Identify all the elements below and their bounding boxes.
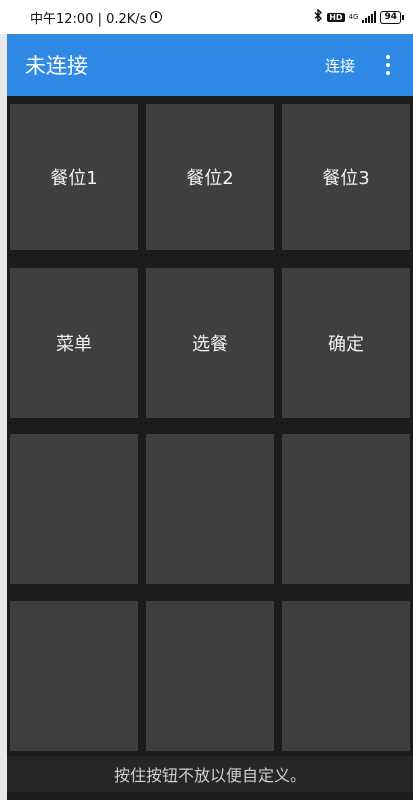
grid-button-10[interactable] (10, 601, 138, 751)
hd-badge: HD (327, 12, 345, 22)
button-grid: 餐位1 餐位2 餐位3 菜单 选餐 确定 (10, 104, 410, 754)
signal-icon (362, 11, 377, 23)
app-bar: 未连接 连接 (7, 34, 413, 96)
network-type-label: 4G (348, 12, 359, 21)
status-time-speed: 中午12:00 | 0.2K/s (30, 11, 147, 27)
grid-button-label: 餐位2 (186, 168, 234, 189)
window-edge (0, 34, 7, 800)
grid-button-1[interactable]: 餐位1 (10, 104, 138, 250)
grid-button-label: 餐位1 (50, 168, 98, 189)
grid-button-4[interactable]: 菜单 (10, 268, 138, 418)
grid-button-5[interactable]: 选餐 (146, 268, 274, 418)
status-bar: 中午12:00 | 0.2K/s HD 4G 94 (0, 0, 413, 34)
grid-button-label: 确定 (328, 334, 364, 355)
grid-button-3[interactable]: 餐位3 (282, 104, 410, 250)
grid-button-2[interactable]: 餐位2 (146, 104, 274, 250)
grid-button-label: 菜单 (56, 334, 92, 355)
grid-button-11[interactable] (146, 601, 274, 751)
grid-button-12[interactable] (282, 601, 410, 751)
grid-button-6[interactable]: 确定 (282, 268, 410, 418)
grid-button-label: 选餐 (192, 334, 228, 355)
battery-icon: 94 (380, 10, 404, 24)
alarm-icon (150, 11, 163, 23)
grid-button-9[interactable] (282, 434, 410, 584)
grid-button-8[interactable] (146, 434, 274, 584)
grid-button-7[interactable] (10, 434, 138, 584)
connect-button[interactable]: 连接 (325, 55, 355, 76)
more-options-icon[interactable] (379, 53, 397, 77)
bluetooth-icon (314, 8, 323, 26)
status-right: HD 4G 94 (314, 8, 404, 26)
connection-status-title: 未连接 (25, 54, 88, 78)
grid-button-label: 餐位3 (322, 168, 370, 189)
footer-hint: 按住按钮不放以便自定义。 (7, 756, 413, 792)
status-left: 中午12:00 | 0.2K/s (30, 8, 163, 27)
